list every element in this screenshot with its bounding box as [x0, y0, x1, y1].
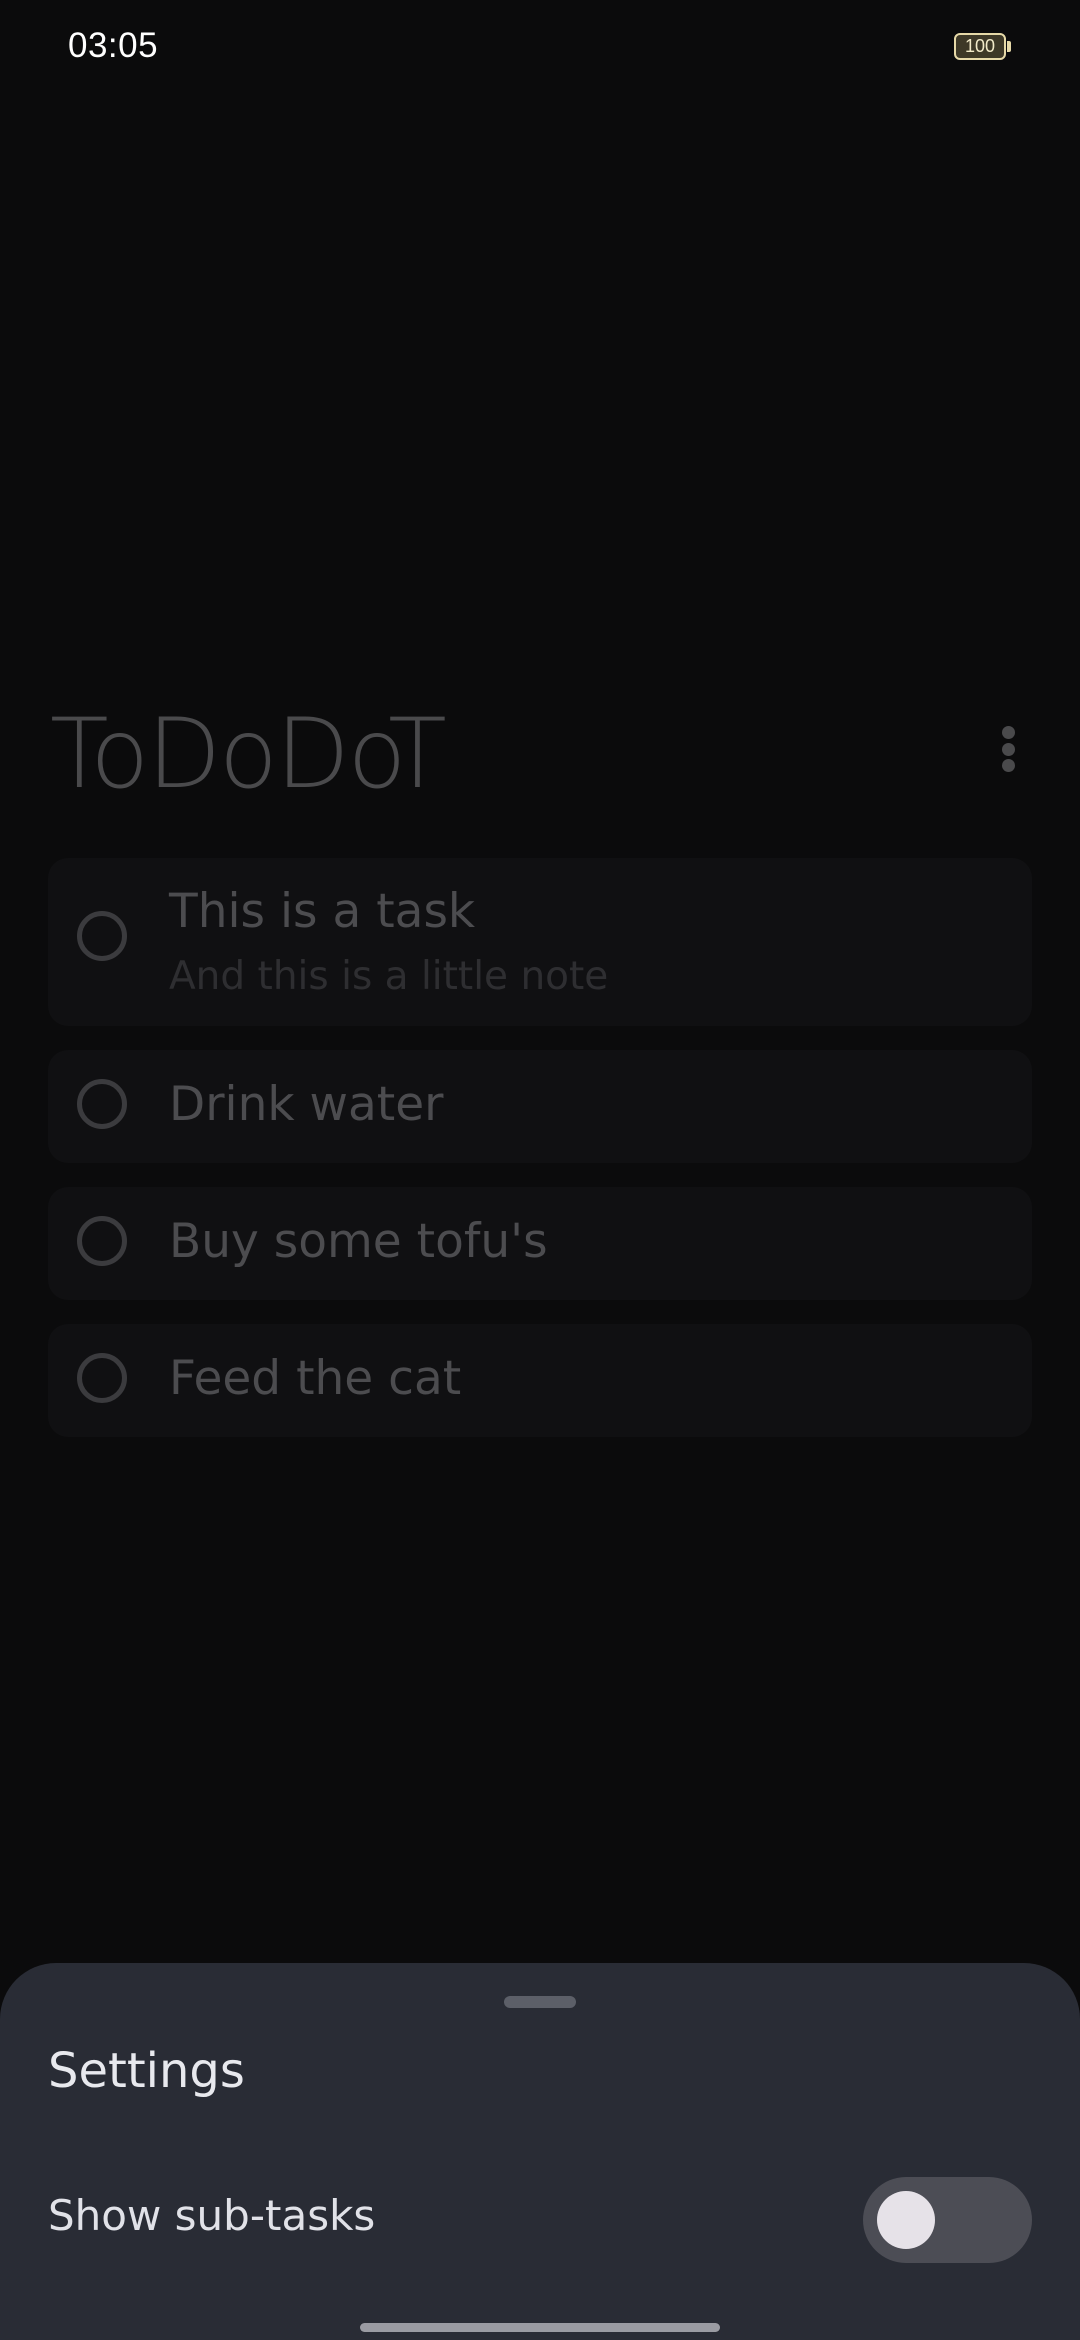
- task-title: Feed the cat: [169, 1351, 462, 1406]
- task-title: Buy some tofu's: [169, 1214, 548, 1269]
- more-options-button[interactable]: [988, 718, 1028, 780]
- task-checkbox[interactable]: [77, 1079, 127, 1129]
- task-item[interactable]: Buy some tofu's: [48, 1187, 1032, 1300]
- toggle-knob: [877, 2191, 935, 2249]
- more-vert-icon: [1001, 742, 1015, 756]
- task-item[interactable]: This is a task And this is a little note: [48, 858, 1032, 1026]
- more-vert-icon: [1001, 759, 1015, 772]
- task-note: And this is a little note: [169, 954, 609, 999]
- task-title: Drink water: [169, 1077, 444, 1132]
- app-title: ToDoDoT: [50, 698, 447, 810]
- battery-level: 100: [964, 36, 996, 56]
- task-checkbox[interactable]: [77, 1353, 127, 1403]
- battery-cap: [1007, 41, 1011, 52]
- status-time: 03:05: [68, 26, 159, 65]
- screen: 03:05 100 ToDoDoT This is a task And thi…: [0, 0, 1080, 2340]
- task-list: This is a task And this is a little note…: [48, 858, 1032, 1461]
- task-checkbox[interactable]: [77, 1216, 127, 1266]
- sheet-drag-handle[interactable]: [504, 1996, 576, 2008]
- more-vert-icon: [1001, 726, 1015, 739]
- show-subtasks-toggle[interactable]: [863, 2177, 1032, 2263]
- gesture-nav-bar[interactable]: [360, 2323, 720, 2332]
- task-item[interactable]: Feed the cat: [48, 1324, 1032, 1437]
- battery-icon: 100: [954, 33, 1006, 60]
- task-title: This is a task: [169, 884, 476, 939]
- status-bar: 03:05 100: [0, 0, 1080, 96]
- sheet-title: Settings: [48, 2043, 245, 2099]
- settings-bottom-sheet: Settings Show sub-tasks: [0, 1963, 1080, 2340]
- task-item[interactable]: Drink water: [48, 1050, 1032, 1163]
- task-checkbox[interactable]: [77, 911, 127, 961]
- show-subtasks-label: Show sub-tasks: [48, 2191, 376, 2240]
